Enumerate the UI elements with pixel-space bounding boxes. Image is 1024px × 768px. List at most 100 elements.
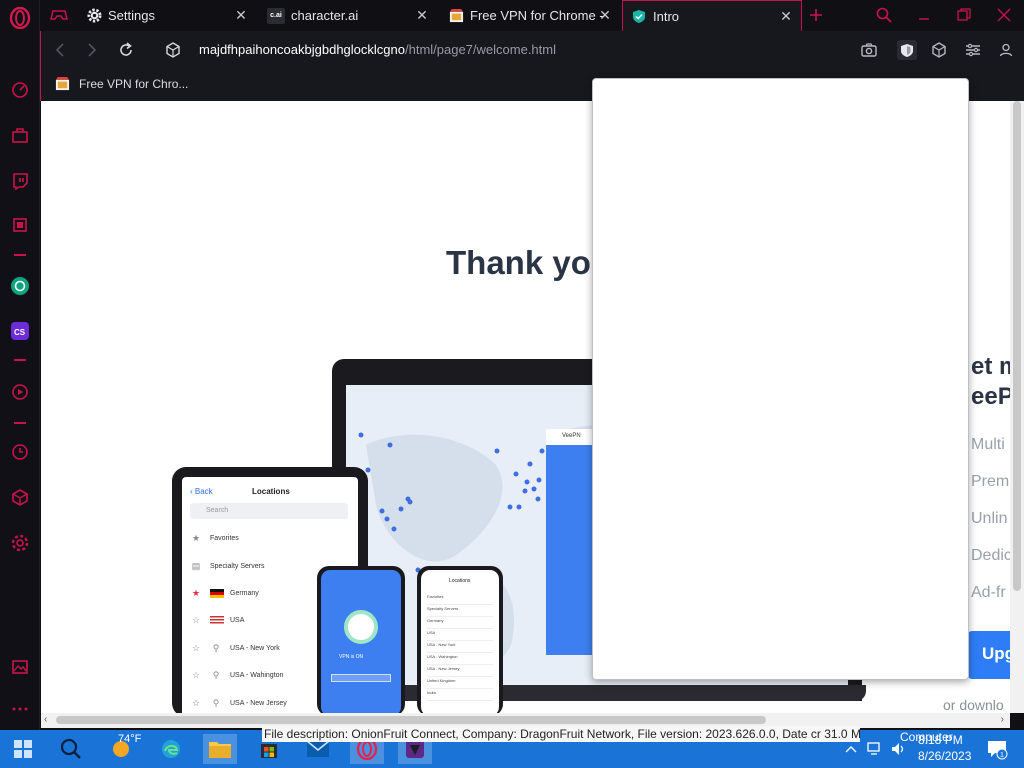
settings-gear-icon[interactable] <box>8 531 32 555</box>
address-field[interactable]: majdfhpaihoncoakbjgbdhglocklcgno/html/pa… <box>199 42 556 57</box>
tab-label: Settings <box>108 8 155 23</box>
vpn-status-label: VPN is ON <box>339 654 364 660</box>
feature-item: Prem <box>971 473 1010 490</box>
page-headline: Thank you <box>446 244 612 281</box>
star-icon: ★ <box>191 532 201 543</box>
tablet-back-link: ‹ Back <box>190 487 213 496</box>
clock-date: 8/26/2023 <box>918 749 972 763</box>
player-icon[interactable] <box>8 380 32 404</box>
tablet-row-label: Favorites <box>210 534 239 542</box>
close-icon[interactable]: ✕ <box>598 8 612 22</box>
new-tab-icon[interactable] <box>804 4 828 26</box>
chatsonic-icon[interactable]: CS <box>8 319 32 343</box>
scrollbar-thumb[interactable] <box>56 716 766 724</box>
svg-text:CS: CS <box>14 328 26 337</box>
phone-row: USA - New York <box>427 642 493 653</box>
tab-strip: Settings ✕ c.ai character.ai ✕ Free VPN … <box>40 0 1024 31</box>
easy-setup-icon[interactable] <box>963 40 983 60</box>
vertical-scrollbar[interactable] <box>1010 101 1024 713</box>
tablet-search: Search <box>190 503 348 519</box>
feature-item: Unlin <box>971 510 1008 527</box>
profile-icon[interactable] <box>996 40 1016 60</box>
camera-snapshot-icon[interactable] <box>859 40 879 60</box>
start-icon[interactable] <box>6 734 40 764</box>
close-icon[interactable]: ✕ <box>779 9 793 23</box>
opera-logo-icon[interactable] <box>8 6 32 30</box>
back-icon[interactable] <box>49 39 71 61</box>
star-outline-icon: ☆ <box>191 642 201 653</box>
history-icon[interactable] <box>8 440 32 464</box>
promo-heading-line2: eePN <box>971 383 1010 410</box>
volume-icon[interactable] <box>888 734 910 764</box>
restore-icon[interactable] <box>952 4 976 26</box>
phone-row: Specialty Servers <box>427 606 493 617</box>
feature-item: Ad-fr <box>971 584 1006 601</box>
sidebar-divider <box>14 359 26 361</box>
phone-row: Favorites <box>427 594 493 605</box>
scroll-left-icon[interactable]: ‹ <box>44 714 47 725</box>
download-link[interactable]: or downlo <box>943 697 1004 713</box>
usa-flag-icon <box>210 615 224 625</box>
scrollbar-thumb[interactable] <box>1013 101 1021 591</box>
tablet-title: Locations <box>252 487 290 496</box>
tab-intro[interactable]: Intro ✕ <box>622 0 802 31</box>
star-outline-icon: ☆ <box>191 697 201 708</box>
extensions-cube-icon[interactable] <box>929 40 949 60</box>
bookmark-free-vpn[interactable]: Free VPN for Chro... <box>55 76 188 92</box>
upgrade-button[interactable]: Upg <box>968 631 1010 679</box>
file-explorer-icon[interactable] <box>203 734 237 764</box>
screen: CS Settings ✕ c.ai character.ai ✕ Free V… <box>0 0 1024 768</box>
gallery-icon[interactable] <box>8 655 32 679</box>
gx-controller-icon[interactable] <box>50 7 68 28</box>
notifications-icon[interactable]: 1 <box>986 738 1008 760</box>
forward-icon[interactable] <box>81 39 103 61</box>
location-pin-icon: ⚲ <box>212 697 220 708</box>
hardware-limiter-icon[interactable] <box>8 213 32 237</box>
extensions-icon[interactable] <box>8 485 32 509</box>
phone-locations-illustration: Locations Favorites Specialty Servers Ge… <box>417 566 503 713</box>
bookmark-label: Free VPN for Chro... <box>79 77 189 91</box>
gx-corner-icon[interactable] <box>8 124 32 148</box>
edge-icon[interactable] <box>154 734 188 764</box>
close-icon[interactable]: ✕ <box>234 8 248 22</box>
speed-dial-icon[interactable] <box>8 78 32 102</box>
star-outline-icon: ☆ <box>191 614 201 625</box>
tab-free-vpn[interactable]: Free VPN for Chrome - ✕ <box>440 0 620 31</box>
vpn-store-icon <box>448 8 464 24</box>
tablet-row-label: USA <box>230 616 245 624</box>
more-icon[interactable] <box>8 697 32 721</box>
scroll-right-icon[interactable]: › <box>1001 714 1004 725</box>
tablet-row-label: USA - New Jersey <box>230 699 287 707</box>
promo-heading-line1: et m <box>971 353 1010 380</box>
weather-temp: 74°F <box>118 733 142 745</box>
servers-icon: ▤ <box>191 560 201 571</box>
phone-row: United Kingdom <box>427 678 493 689</box>
shield-icon <box>631 8 647 24</box>
system-clock[interactable]: 8:18 PM 8/26/2023 <box>918 732 971 764</box>
reload-icon[interactable] <box>115 39 137 61</box>
twitch-icon[interactable] <box>8 169 32 193</box>
minimize-icon[interactable] <box>912 4 936 26</box>
notification-count: 1 <box>1000 752 1004 759</box>
tab-label: character.ai <box>291 8 359 23</box>
tablet-row-label: USA - New York <box>230 644 280 652</box>
chatgpt-icon[interactable] <box>8 274 32 298</box>
phone-row: Germany <box>427 618 493 629</box>
network-icon[interactable] <box>864 734 886 764</box>
extension-site-icon[interactable] <box>162 39 184 61</box>
search-icon[interactable] <box>54 734 88 764</box>
search-tabs-icon[interactable] <box>872 4 896 26</box>
tab-label: Free VPN for Chrome - <box>470 8 604 23</box>
location-pin-icon: ⚲ <box>212 669 220 680</box>
vpn-extension-icon[interactable] <box>897 40 917 60</box>
opera-sidebar: CS <box>0 0 40 730</box>
vpn-extension-popup[interactable] <box>592 78 969 680</box>
tab-settings[interactable]: Settings ✕ <box>78 0 256 31</box>
url-host: majdfhpaihoncoakbjgbdhglocklcgno <box>199 42 405 57</box>
close-icon[interactable]: ✕ <box>415 8 429 22</box>
tab-character-ai[interactable]: c.ai character.ai ✕ <box>259 0 437 31</box>
clock-time: 8:18 PM <box>918 733 963 747</box>
tablet-row-label: USA - Wahington <box>230 671 284 679</box>
phone-locations-title: Locations <box>449 578 471 584</box>
window-close-icon[interactable] <box>992 4 1016 26</box>
